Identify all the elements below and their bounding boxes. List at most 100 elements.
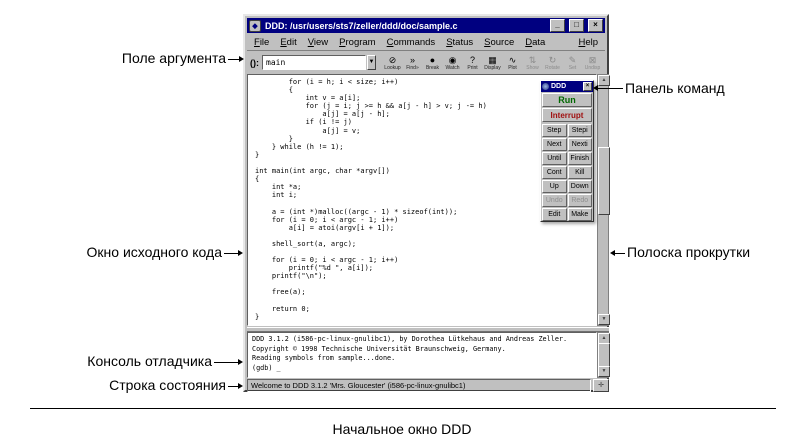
cmd-edit-button[interactable]: Edit <box>542 208 567 221</box>
cmd-finish-button[interactable]: Finish <box>568 152 593 165</box>
watch-label: Watch <box>446 65 460 71</box>
find-label: Find» <box>406 65 419 71</box>
argument-label: (): <box>250 58 259 68</box>
argument-dropdown-icon[interactable]: ▼ <box>367 55 376 70</box>
menu-data[interactable]: Data <box>525 37 545 48</box>
cmd-down-button[interactable]: Down <box>568 180 593 193</box>
label-debugger-console: Консоль отладчика <box>26 353 212 369</box>
callout-line <box>224 253 239 254</box>
source-line: for (i = 0; i < argc - 1; i++) <box>255 256 596 264</box>
undisp-button[interactable]: ⊠Undisp <box>583 52 602 73</box>
run-button[interactable]: Run <box>542 93 592 107</box>
set-button[interactable]: ✎Set <box>563 52 582 73</box>
print-label: Print <box>467 65 477 71</box>
find-icon: » <box>410 55 415 65</box>
callout-line <box>614 253 625 254</box>
break-button[interactable]: ●Break <box>423 52 442 73</box>
cmd-redo-button[interactable]: Redo <box>568 194 593 207</box>
argument-row: (): ▼ ⊘Lookup»Find»●Break◉Watch?Print▦Di… <box>247 51 605 75</box>
find-button[interactable]: »Find» <box>403 52 422 73</box>
callout-line <box>597 88 623 89</box>
source-line: } <box>255 313 596 321</box>
scroll-down-icon[interactable]: ▼ <box>598 366 610 377</box>
maximize-button[interactable]: □ <box>569 19 584 32</box>
command-tool-title: DDD <box>551 83 581 90</box>
cmd-nexti-button[interactable]: Nexti <box>568 138 593 151</box>
print-icon: ? <box>470 55 475 65</box>
menu-status[interactable]: Status <box>446 37 473 48</box>
arrow-icon <box>238 383 243 389</box>
minimize-button[interactable]: _ <box>550 19 565 32</box>
cmd-until-button[interactable]: Until <box>542 152 567 165</box>
cmd-step-button[interactable]: Step <box>542 124 567 137</box>
close-button[interactable]: × <box>588 19 603 32</box>
cmd-make-button[interactable]: Make <box>568 208 593 221</box>
source-line: printf("\n"); <box>255 272 596 280</box>
command-tool-close-icon[interactable]: × <box>583 82 592 91</box>
command-tool-panel: DDD × Run Interrupt StepStepiNextNextiUn… <box>540 80 594 222</box>
rotate-label: Rotate <box>545 65 560 71</box>
plot-button[interactable]: ∿Plot <box>503 52 522 73</box>
cmd-stepi-button[interactable]: Stepi <box>568 124 593 137</box>
source-scrollbar[interactable]: ▲ ▼ <box>597 74 609 326</box>
source-line <box>255 232 596 240</box>
menu-commands[interactable]: Commands <box>387 37 436 48</box>
rotate-button[interactable]: ↻Rotate <box>543 52 562 73</box>
scroll-up-icon[interactable]: ▲ <box>598 75 610 86</box>
status-grip-icon[interactable]: ✛ <box>593 379 609 392</box>
toolbar-buttons: ⊘Lookup»Find»●Break◉Watch?Print▦Display∿… <box>383 52 602 73</box>
break-label: Break <box>426 65 439 71</box>
window-title: DDD: /usr/users/sts7/zeller/ddd/doc/samp… <box>265 21 546 31</box>
cmd-undo-button[interactable]: Undo <box>542 194 567 207</box>
break-icon: ● <box>430 55 435 65</box>
display-button[interactable]: ▦Display <box>483 52 502 73</box>
divider <box>30 408 776 409</box>
show-icon: ⇅ <box>529 55 537 65</box>
display-icon: ▦ <box>488 55 497 65</box>
scroll-down-icon[interactable]: ▼ <box>598 314 610 325</box>
console-line: Copyright © 1998 Technische Universität … <box>252 345 596 355</box>
source-line <box>255 297 596 305</box>
cmd-kill-button[interactable]: Kill <box>568 166 593 179</box>
watch-button[interactable]: ◉Watch <box>443 52 462 73</box>
label-scrollbar: Полоска прокрутки <box>627 244 750 260</box>
cmd-next-button[interactable]: Next <box>542 138 567 151</box>
source-line <box>255 280 596 288</box>
menu-source[interactable]: Source <box>484 37 514 48</box>
console-line: Reading symbols from sample...done. <box>252 354 596 364</box>
title-bar[interactable]: ◆ DDD: /usr/users/sts7/zeller/ddd/doc/sa… <box>247 18 605 33</box>
console-scrollbar-thumb[interactable] <box>598 343 610 367</box>
lookup-button[interactable]: ⊘Lookup <box>383 52 402 73</box>
cmd-cont-button[interactable]: Cont <box>542 166 567 179</box>
callout-line <box>214 362 239 363</box>
lookup-label: Lookup <box>384 65 400 71</box>
menu-help[interactable]: Help <box>578 37 598 48</box>
set-icon: ✎ <box>569 55 577 65</box>
figure: ◆ DDD: /usr/users/sts7/zeller/ddd/doc/sa… <box>0 0 804 446</box>
label-argument-field: Поле аргумента <box>40 50 226 66</box>
source-line: free(a); <box>255 288 596 296</box>
menu-edit[interactable]: Edit <box>280 37 296 48</box>
show-button[interactable]: ⇅Show <box>523 52 542 73</box>
cmd-up-button[interactable]: Up <box>542 180 567 193</box>
console-line: DDD 3.1.2 (i586-pc-linux-gnulibc1), by D… <box>252 335 596 345</box>
debugger-console[interactable]: DDD 3.1.2 (i586-pc-linux-gnulibc1), by D… <box>247 332 597 378</box>
window-icon: ◆ <box>249 20 261 32</box>
menu-bar: File Edit View Program Commands Status Source D… <box>247 34 605 51</box>
menu-view[interactable]: View <box>308 37 328 48</box>
console-line: (gdb) _ <box>252 364 596 374</box>
menu-file[interactable]: File <box>254 37 269 48</box>
arrow-icon <box>238 359 243 365</box>
arrow-icon <box>610 250 615 256</box>
source-scrollbar-thumb[interactable] <box>598 147 610 215</box>
command-tool-titlebar[interactable]: DDD × <box>541 81 593 92</box>
argument-input[interactable] <box>262 55 366 70</box>
print-button[interactable]: ?Print <box>463 52 482 73</box>
command-tool-grid: StepStepiNextNextiUntilFinishContKillUpD… <box>541 123 593 222</box>
label-command-panel: Панель команд <box>625 80 725 96</box>
console-scrollbar[interactable]: ▲ ▼ <box>597 332 609 378</box>
arrow-icon <box>593 85 598 91</box>
menu-program[interactable]: Program <box>339 37 375 48</box>
interrupt-button[interactable]: Interrupt <box>542 108 592 122</box>
source-line: shell_sort(a, argc); <box>255 240 596 248</box>
